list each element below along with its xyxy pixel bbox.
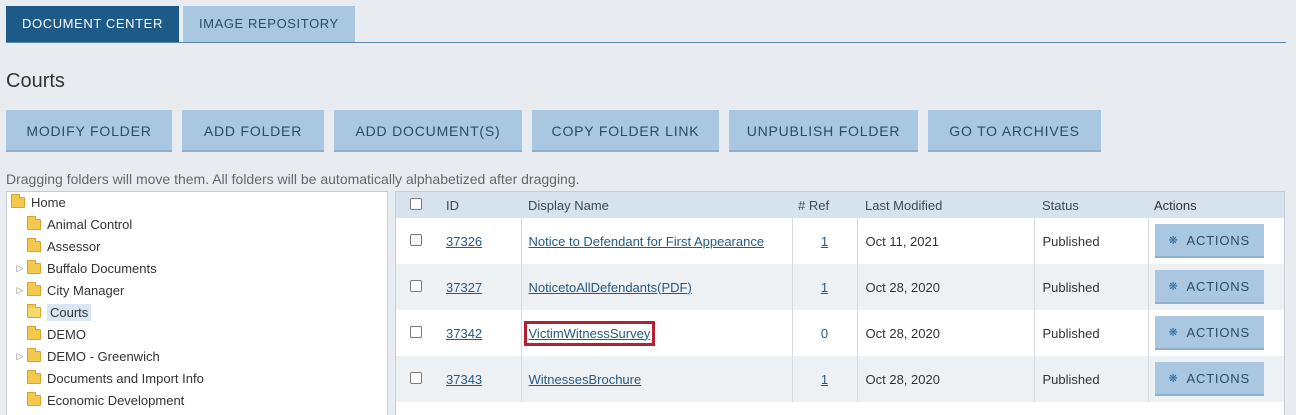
actions-button-label: ACTIONS — [1186, 232, 1250, 248]
actions-button[interactable]: ❋ ACTIONS — [1154, 362, 1264, 396]
row-checkbox[interactable] — [410, 233, 422, 246]
table-row: 37326 Notice to Defendant for First Appe… — [396, 218, 1284, 264]
drag-hint-text: Dragging folders will move them. All fol… — [6, 171, 580, 187]
document-name-link[interactable]: VictimWitnessSurvey — [523, 320, 656, 346]
folder-tree: Home Animal Control Assessor ▷ Buffalo D… — [6, 191, 388, 415]
ref-count: 0 — [791, 310, 857, 356]
folder-icon — [27, 347, 41, 362]
folder-icon — [27, 215, 41, 230]
open-folder-icon — [27, 303, 41, 318]
last-modified-cell: Oct 28, 2020 — [856, 264, 1034, 310]
folder-icon — [27, 281, 41, 296]
caret-right-icon[interactable]: ▷ — [15, 263, 25, 274]
status-cell: Published — [1033, 218, 1148, 264]
tree-item-label: Home — [31, 194, 66, 210]
caret-right-icon[interactable]: ▷ — [15, 351, 25, 362]
tree-item-label: DEMO - Greenwich — [47, 348, 160, 364]
tab-bar: DOCUMENT CENTER IMAGE REPOSITORY — [6, 6, 355, 42]
ref-count-link[interactable]: 1 — [821, 280, 828, 295]
tree-item-label: Economic Development — [47, 392, 185, 408]
go-to-archives-button[interactable]: GO TO ARCHIVES — [928, 110, 1101, 152]
page-title: Courts — [6, 70, 65, 92]
tree-item-buffalo-documents[interactable]: ▷ Buffalo Documents — [15, 258, 157, 278]
column-header-ref[interactable]: # Ref — [792, 192, 857, 218]
folder-icon — [27, 369, 41, 384]
document-id-link[interactable]: 37327 — [446, 280, 482, 295]
folder-icon — [27, 391, 41, 406]
tab-divider — [6, 42, 1286, 43]
tree-item-demo-greenwich[interactable]: ▷ DEMO - Greenwich — [15, 346, 160, 366]
ref-count-link[interactable]: 1 — [821, 372, 828, 387]
tree-item-documents-and-import-info[interactable]: Documents and Import Info — [15, 368, 204, 388]
last-modified-cell: Oct 11, 2021 — [856, 218, 1034, 264]
row-checkbox[interactable] — [410, 279, 422, 292]
actions-button[interactable]: ❋ ACTIONS — [1154, 316, 1264, 350]
modify-folder-button[interactable]: MODIFY FOLDER — [6, 110, 172, 152]
column-header-last-modified[interactable]: Last Modified — [857, 192, 1034, 218]
gear-icon: ❋ — [1168, 326, 1179, 339]
tree-item-label: Courts — [47, 303, 92, 321]
last-modified-cell: Oct 28, 2020 — [856, 310, 1034, 356]
actions-button-label: ACTIONS — [1186, 278, 1250, 294]
document-name-link[interactable]: Notice to Defendant for First Appearance — [529, 234, 765, 249]
ref-count-link[interactable]: 1 — [821, 234, 828, 249]
column-header-id[interactable]: ID — [436, 192, 521, 218]
row-checkbox[interactable] — [410, 325, 422, 338]
folder-icon — [27, 259, 41, 274]
actions-button-label: ACTIONS — [1186, 324, 1250, 340]
tree-item-home[interactable]: Home — [11, 192, 66, 212]
tree-item-label: DEMO — [47, 326, 86, 342]
folder-icon — [11, 193, 25, 208]
caret-right-icon[interactable]: ▷ — [15, 285, 25, 296]
folder-icon — [27, 325, 41, 340]
copy-folder-link-button[interactable]: COPY FOLDER LINK — [532, 110, 719, 152]
tree-item-label: Buffalo Documents — [47, 260, 157, 276]
gear-icon: ❋ — [1168, 234, 1179, 247]
document-id-link[interactable]: 37326 — [446, 234, 482, 249]
gear-icon: ❋ — [1168, 280, 1179, 293]
status-cell: Published — [1033, 356, 1148, 402]
add-documents-button[interactable]: ADD DOCUMENT(S) — [334, 110, 522, 152]
document-id-link[interactable]: 37342 — [446, 326, 482, 341]
tree-item-assessor[interactable]: Assessor — [15, 236, 100, 256]
tab-image-repository[interactable]: IMAGE REPOSITORY — [182, 6, 355, 42]
folder-toolbar: MODIFY FOLDER ADD FOLDER ADD DOCUMENT(S)… — [6, 110, 1101, 152]
select-all-checkbox[interactable] — [410, 197, 422, 210]
gear-icon: ❋ — [1168, 372, 1179, 385]
actions-button[interactable]: ❋ ACTIONS — [1154, 270, 1264, 304]
tree-item-city-manager[interactable]: ▷ City Manager — [15, 280, 124, 300]
tree-item-label: Documents and Import Info — [47, 370, 204, 386]
tree-item-courts[interactable]: Courts — [15, 302, 92, 322]
tree-item-economic-development[interactable]: Economic Development — [15, 390, 184, 410]
tree-item-demo[interactable]: DEMO — [15, 324, 86, 344]
tree-item-animal-control[interactable]: Animal Control — [15, 214, 132, 234]
document-name-link[interactable]: WitnessesBrochure — [529, 372, 642, 387]
status-cell: Published — [1033, 310, 1148, 356]
status-cell: Published — [1033, 264, 1148, 310]
column-header-actions: Actions — [1154, 197, 1197, 213]
tree-item-label: Assessor — [47, 238, 101, 254]
tab-document-center[interactable]: DOCUMENT CENTER — [6, 6, 179, 42]
table-row: 37343 WitnessesBrochure 1 Oct 28, 2020 P… — [396, 356, 1284, 402]
document-name-link[interactable]: NoticetoAllDefendants(PDF) — [529, 280, 692, 295]
table-header-row: ID Display Name # Ref Last Modified Stat… — [396, 192, 1284, 218]
actions-button-label: ACTIONS — [1186, 370, 1250, 386]
table-row: 37342 VictimWitnessSurvey 0 Oct 28, 2020… — [396, 310, 1284, 356]
add-folder-button[interactable]: ADD FOLDER — [182, 110, 324, 152]
folder-icon — [27, 237, 41, 252]
column-header-display-name[interactable]: Display Name — [521, 192, 792, 218]
document-id-link[interactable]: 37343 — [446, 372, 482, 387]
last-modified-cell: Oct 28, 2020 — [856, 356, 1034, 402]
tree-item-label: Animal Control — [47, 216, 133, 232]
row-checkbox[interactable] — [410, 371, 422, 384]
tree-item-label: City Manager — [47, 282, 125, 298]
table-row: 37327 NoticetoAllDefendants(PDF) 1 Oct 2… — [396, 264, 1284, 310]
documents-table: ID Display Name # Ref Last Modified Stat… — [395, 191, 1285, 415]
column-header-status[interactable]: Status — [1034, 192, 1148, 218]
actions-button[interactable]: ❋ ACTIONS — [1154, 224, 1264, 258]
unpublish-folder-button[interactable]: UNPUBLISH FOLDER — [729, 110, 918, 152]
